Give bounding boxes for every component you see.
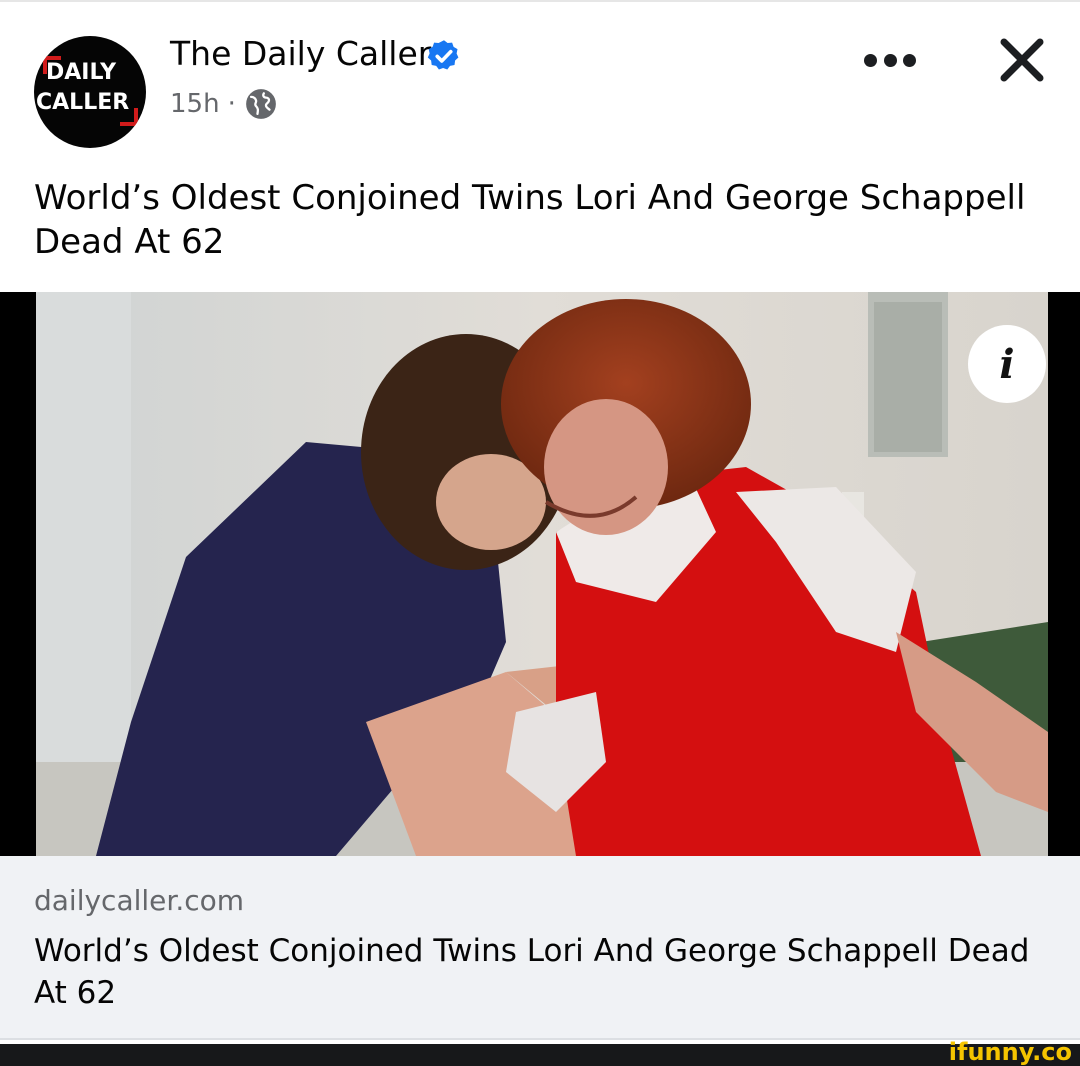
watermark: ifunny.co <box>948 1038 1072 1066</box>
link-domain: dailycaller.com <box>34 884 245 917</box>
more-dot <box>903 53 916 67</box>
more-options-icon[interactable] <box>864 48 916 72</box>
logo-line-2: CALLER <box>36 90 130 115</box>
page-name-link[interactable]: The Daily Caller <box>170 34 431 73</box>
post-text: World’s Oldest Conjoined Twins Lori And … <box>34 178 1026 262</box>
verified-badge-icon <box>427 40 459 70</box>
logo-bracket-bottom <box>120 108 138 126</box>
globe-icon[interactable] <box>244 87 278 121</box>
avatar[interactable]: DAILY CALLER <box>34 36 146 148</box>
top-divider <box>0 0 1080 2</box>
meta-separator: · <box>227 89 236 119</box>
more-dot <box>864 53 877 67</box>
bottom-bar <box>0 1044 1080 1066</box>
link-preview-card[interactable]: dailycaller.com World’s Oldest Conjoined… <box>0 856 1080 1038</box>
article-photo <box>36 292 1048 856</box>
more-dot <box>883 53 897 67</box>
card-divider <box>0 1038 1080 1040</box>
logo-line-1: DAILY <box>46 60 116 85</box>
link-title: World’s Oldest Conjoined Twins Lori And … <box>34 933 1030 1011</box>
info-icon[interactable]: i <box>968 325 1046 403</box>
post-time[interactable]: 15h <box>170 89 220 119</box>
link-image[interactable]: i <box>0 292 1080 856</box>
close-icon[interactable] <box>996 34 1048 86</box>
post-meta: 15h · <box>170 86 278 122</box>
